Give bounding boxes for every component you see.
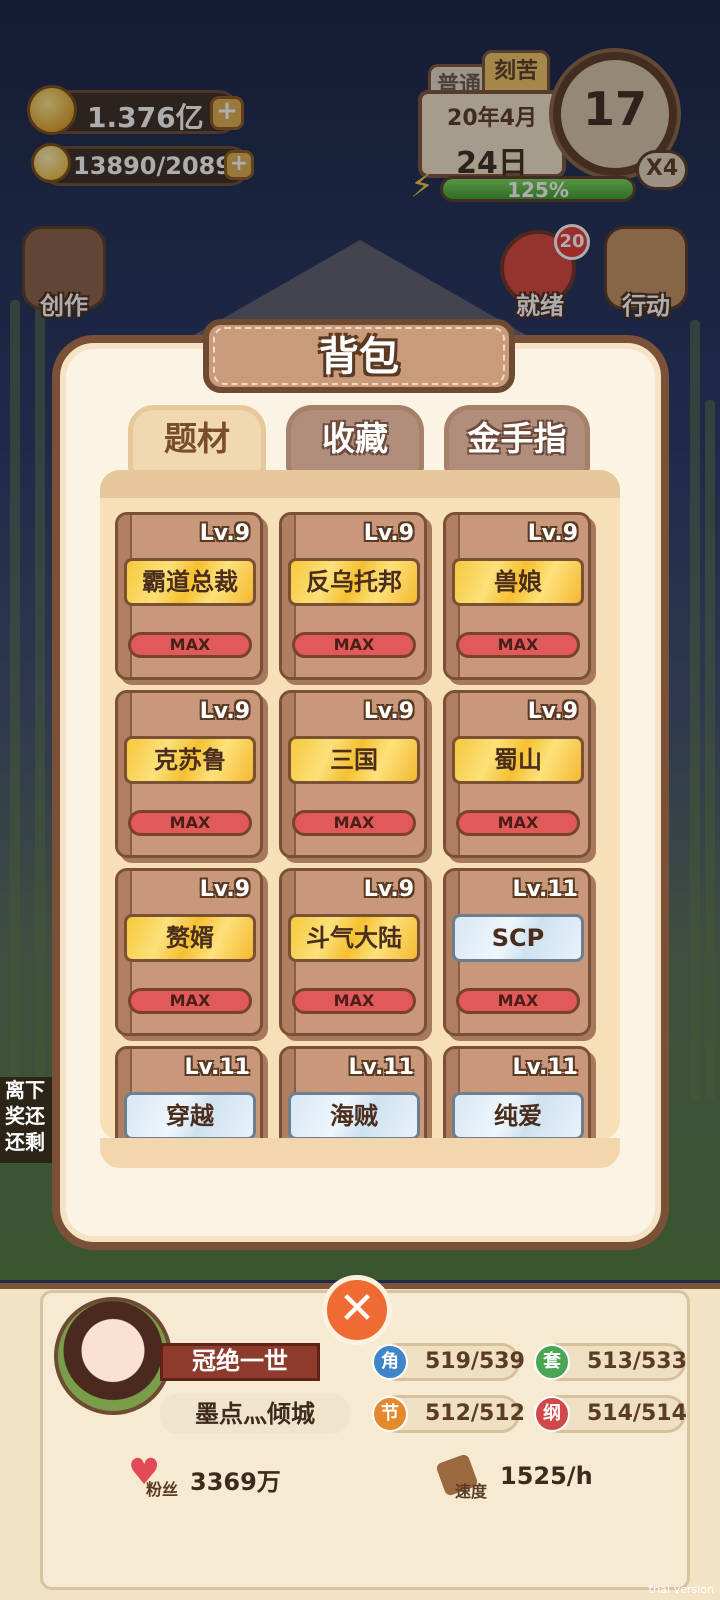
item-level: Lv.11: [512, 1055, 578, 1080]
item-name: 斗气大陆: [288, 914, 420, 962]
item-name: 海贼: [288, 1092, 420, 1138]
fans-value: 3369万: [190, 1468, 281, 1496]
item-card[interactable]: Lv.9 斗气大陆 MAX: [279, 868, 427, 1036]
item-name: SCP: [452, 914, 584, 962]
close-button[interactable]: ✕: [322, 1275, 392, 1345]
item-max-bar: MAX: [128, 810, 252, 836]
stat-character-icon: 角: [372, 1344, 408, 1380]
item-name: 兽娘: [452, 558, 584, 606]
item-card[interactable]: Lv.9 赘婿 MAX: [115, 868, 263, 1036]
item-level: Lv.9: [527, 699, 578, 724]
item-card[interactable]: Lv.11 SCP MAX: [443, 868, 591, 1036]
item-max-bar: MAX: [456, 810, 580, 836]
item-card[interactable]: Lv.11 纯爱: [443, 1046, 591, 1138]
item-name: 三国: [288, 736, 420, 784]
stat-pacing-icon: 节: [372, 1396, 408, 1432]
item-name: 纯爱: [452, 1092, 584, 1138]
item-card[interactable]: Lv.11 海贼: [279, 1046, 427, 1138]
tab-collection[interactable]: 收藏: [286, 405, 424, 475]
player-name: 墨点灬倾城: [160, 1394, 350, 1434]
item-level: Lv.9: [199, 699, 250, 724]
grid-row-clip: Lv.11 穿越 Lv.11 海贼 Lv.11 纯爱: [100, 1040, 620, 1138]
rank-title: 冠绝一世: [160, 1343, 320, 1381]
item-card[interactable]: Lv.9 蜀山 MAX: [443, 690, 591, 858]
item-level: Lv.9: [363, 521, 414, 546]
tab-golden-finger[interactable]: 金手指: [444, 405, 590, 475]
grid-footer-strip: [100, 1138, 620, 1168]
speed-label: 速度: [455, 1482, 488, 1501]
item-max-bar: MAX: [292, 632, 416, 658]
item-name: 蜀山: [452, 736, 584, 784]
stat-character-value: 519/539: [425, 1349, 525, 1374]
item-level: Lv.11: [184, 1055, 250, 1080]
note-line-1: 离下: [5, 1078, 45, 1102]
item-card[interactable]: Lv.9 兽娘 MAX: [443, 512, 591, 680]
speed-value: 1525/h: [500, 1462, 593, 1490]
item-max-bar: MAX: [456, 632, 580, 658]
stat-routine-value: 513/533: [587, 1349, 687, 1374]
item-max-bar: MAX: [456, 988, 580, 1014]
stat-routine-icon: 套: [534, 1344, 570, 1380]
item-level: Lv.11: [512, 877, 578, 902]
item-max-bar: MAX: [128, 632, 252, 658]
item-level: Lv.9: [363, 877, 414, 902]
item-card[interactable]: Lv.9 霸道总裁 MAX: [115, 512, 263, 680]
item-level: Lv.11: [348, 1055, 414, 1080]
item-card[interactable]: Lv.9 克苏鲁 MAX: [115, 690, 263, 858]
item-max-bar: MAX: [292, 988, 416, 1014]
item-name: 霸道总裁: [124, 558, 256, 606]
grid-header-strip: [100, 470, 620, 498]
reward-countdown-note[interactable]: 离下 奖还 还剩: [0, 1077, 58, 1163]
note-line-3: 还剩: [5, 1130, 45, 1154]
item-name: 穿越: [124, 1092, 256, 1138]
stat-pacing-value: 512/512: [425, 1401, 525, 1426]
avatar[interactable]: [54, 1297, 172, 1415]
item-level: Lv.9: [527, 521, 578, 546]
note-line-2: 奖还: [5, 1104, 45, 1128]
item-name: 反乌托邦: [288, 558, 420, 606]
watermark: trial version: [648, 1583, 714, 1596]
item-level: Lv.9: [199, 877, 250, 902]
item-name: 克苏鲁: [124, 736, 256, 784]
fans-label: 粉丝: [146, 1480, 179, 1499]
stat-outline-value: 514/514: [587, 1401, 687, 1426]
item-level: Lv.9: [363, 699, 414, 724]
modal-title: 背包: [319, 334, 399, 380]
item-card[interactable]: Lv.9 反乌托邦 MAX: [279, 512, 427, 680]
stat-outline-icon: 纲: [534, 1396, 570, 1432]
tab-topics[interactable]: 题材: [128, 405, 266, 475]
item-card[interactable]: Lv.11 穿越: [115, 1046, 263, 1138]
item-level: Lv.9: [199, 521, 250, 546]
item-card[interactable]: Lv.9 三国 MAX: [279, 690, 427, 858]
item-name: 赘婿: [124, 914, 256, 962]
item-max-bar: MAX: [292, 810, 416, 836]
item-max-bar: MAX: [128, 988, 252, 1014]
